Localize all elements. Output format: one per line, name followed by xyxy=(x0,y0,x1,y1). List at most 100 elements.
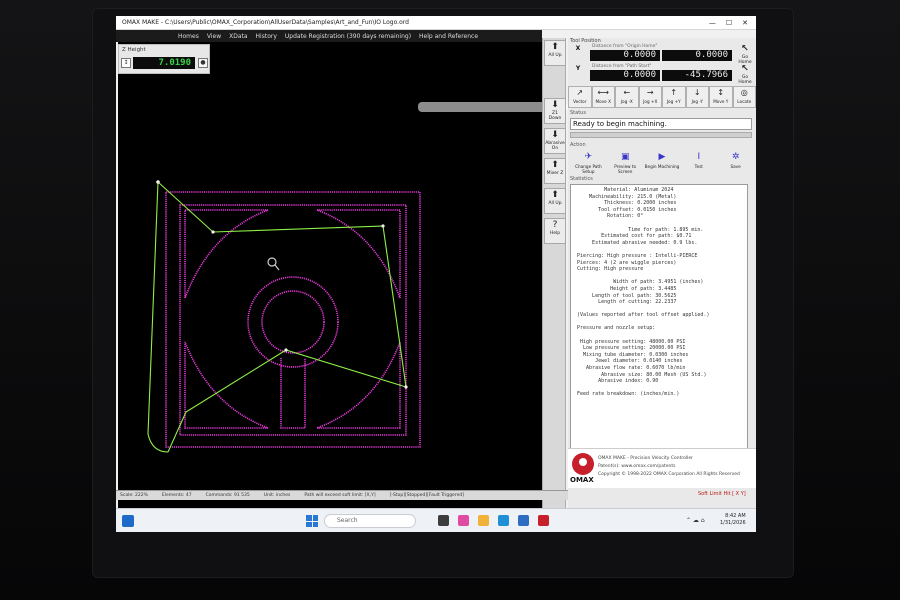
save-icon: ✲ xyxy=(731,152,740,162)
traverse-line xyxy=(157,181,407,453)
y-axis-label: Y xyxy=(575,65,581,72)
all-up-button-2[interactable]: ⬆ All Up xyxy=(544,188,566,214)
menu-xdata[interactable]: XData xyxy=(229,33,247,40)
statistics-line: Abrasive index: 0.90 xyxy=(574,378,659,385)
statistics-line xyxy=(574,273,744,280)
vector-button[interactable]: ↗ Vector xyxy=(568,86,592,108)
progress-bar xyxy=(570,132,752,138)
save-button[interactable]: ✲ Save xyxy=(717,150,754,174)
x-origin-readout: 0.0000 xyxy=(590,50,660,61)
edge-icon[interactable] xyxy=(498,515,509,526)
omax-app-icon[interactable] xyxy=(538,515,549,526)
z1-down-button[interactable]: ⬇ Z1 Down xyxy=(544,98,566,124)
statistics-line xyxy=(574,319,744,326)
statistics-line: Jewel diameter: 0.0140 inches xyxy=(574,358,683,365)
taskbar-search[interactable]: Search xyxy=(324,514,416,528)
product-info: OMAX MAKE - Precision Velocity Controlle… xyxy=(598,455,754,479)
x-go-home-button[interactable]: ↖ Go Home xyxy=(736,44,754,65)
locate-button[interactable]: ◎ Locate xyxy=(732,86,756,108)
corner-bottom-left-path xyxy=(184,341,269,429)
home-arrow-icon: ↖ xyxy=(741,64,749,74)
jog-minus-x-button[interactable]: ← Jog -X xyxy=(615,86,639,108)
test-button[interactable]: Ι Test xyxy=(680,150,717,174)
y-go-home-button[interactable]: ↖ Go Home xyxy=(736,64,754,85)
file-explorer-icon[interactable] xyxy=(478,515,489,526)
statistics-line: Length of cutting: 22.2337 xyxy=(574,299,677,306)
statistics-line: Estimated cost for path: $0.71 xyxy=(574,233,692,240)
jog-toolbar: ↗ Vector ⟷ Move X ← Jog -X → Jog +X ↑ Jog +Y … xyxy=(568,86,756,108)
application-window: OMAX MAKE - C:\Users\Public\OMAX_Corpora… xyxy=(116,16,756,532)
statistics-line: Height of path: 3.4485 xyxy=(574,285,677,292)
brand-name: OMAX xyxy=(570,476,594,484)
about-panel: OMAX OMAX MAKE - Precision Velocity Cont… xyxy=(568,448,756,488)
statistics-line: Mixing tube diameter: 0.0300 inches xyxy=(574,351,689,358)
minimize-button[interactable]: — xyxy=(709,19,716,27)
pierce-point xyxy=(404,385,408,389)
clock[interactable]: 8:42 AM 1/31/2026 xyxy=(720,513,746,527)
z-height-readout: 7.0190 xyxy=(133,57,195,69)
action-label: Action xyxy=(570,142,586,148)
stop-state: [-Stop][Stopped][Fault Triggered] xyxy=(389,493,464,498)
status-label: Status xyxy=(570,110,586,116)
start-button[interactable] xyxy=(306,515,318,527)
all-up-button[interactable]: ⬆ All Up xyxy=(544,40,566,66)
change-path-setup-button[interactable]: ✈ Change Path Setup xyxy=(570,150,607,174)
menu-history[interactable]: History xyxy=(256,33,277,40)
abrasive-button[interactable]: ⬇ Abrasive On xyxy=(544,128,566,154)
statistics-line xyxy=(574,306,744,313)
arrow-right-icon: → xyxy=(646,88,654,97)
store-icon[interactable] xyxy=(518,515,529,526)
pierce-point xyxy=(211,230,215,234)
z-settings-icon[interactable]: ● xyxy=(198,58,208,68)
unit-readout: Unit: inches xyxy=(263,493,291,498)
z-axis-icon[interactable]: ↕ xyxy=(121,58,131,68)
task-view-icon[interactable] xyxy=(438,515,449,526)
omax-logo-icon xyxy=(572,453,594,475)
mixer-z-button[interactable]: ⬆ Mixer Z xyxy=(544,158,566,184)
system-tray[interactable]: ⌃ ☁ ⌂ xyxy=(686,517,705,524)
window-title: OMAX MAKE - C:\Users\Public\OMAX_Corpora… xyxy=(122,19,409,26)
toolpath-canvas[interactable] xyxy=(118,42,568,508)
x-path-readout: 0.0000 xyxy=(662,50,732,61)
maximize-button[interactable]: ☐ xyxy=(726,19,732,27)
statistics-line: Time for path: 1.895 min. xyxy=(574,226,704,233)
preview-icon: ▣ xyxy=(620,152,630,162)
corner-bottom-right-path xyxy=(316,341,401,429)
control-panel: Tool Position X Distance from "Origin Ho… xyxy=(568,38,756,508)
menu-help[interactable]: Help and Reference xyxy=(419,33,478,40)
jog-plus-y-button[interactable]: ↑ Jog +Y xyxy=(662,86,686,108)
pierce-point xyxy=(381,224,385,228)
preview-to-screen-button[interactable]: ▣ Preview to Screen xyxy=(607,150,644,174)
begin-machining-button[interactable]: ▶ Begin Machining xyxy=(644,150,681,174)
statistics-line: (Values reported after tool offset appli… xyxy=(574,312,710,319)
soft-limit-warning: Soft Limit Hit [ X Y] xyxy=(698,491,746,497)
statistics-panel[interactable]: Material: Aluminum 2024 Machineability: … xyxy=(570,184,748,466)
menu-view[interactable]: View xyxy=(207,33,221,40)
statistics-line: Width of path: 3.4951 (inches) xyxy=(574,279,704,286)
statistics-line: Piercing: High pressure : Intelli-PIERCE xyxy=(574,252,698,259)
jog-minus-y-button[interactable]: ↓ Jog -Y xyxy=(685,86,709,108)
jog-plus-x-button[interactable]: → Jog +X xyxy=(638,86,662,108)
x-axis-caption: Distance from "Origin Home" xyxy=(592,44,658,49)
widgets-icon[interactable] xyxy=(122,515,134,527)
scale-readout: Scale: 222% xyxy=(120,493,148,498)
test-icon: Ι xyxy=(697,152,701,162)
action-toolbar: ✈ Change Path Setup ▣ Preview to Screen ▶ B… xyxy=(570,150,754,174)
home-arrow-icon: ↖ xyxy=(741,44,749,54)
help-button[interactable]: ? Help xyxy=(544,218,566,244)
statistics-line: Feed rate breakdown: (inches/min.) xyxy=(574,391,680,398)
corner-top-left-path xyxy=(184,209,269,299)
statistics-line xyxy=(574,332,744,339)
statistics-line: Pierces: 4 (2 are wiggle pierces) xyxy=(574,259,677,266)
traverse-return-line xyxy=(147,181,169,453)
move-x-button[interactable]: ⟷ Move X xyxy=(591,86,615,108)
move-y-button[interactable]: ↕ Move Y xyxy=(709,86,733,108)
menu-update-registration[interactable]: Update Registration (390 days remaining) xyxy=(285,33,411,40)
path-setup-icon: ✈ xyxy=(584,152,593,162)
copilot-icon[interactable] xyxy=(458,515,469,526)
menu-homes[interactable]: Homes xyxy=(178,33,199,40)
close-button[interactable]: ✕ xyxy=(742,19,748,27)
statistics-label: Statistics xyxy=(570,176,593,182)
z-height-label: Z Height xyxy=(122,47,146,53)
y-path-readout: -45.7966 xyxy=(662,70,732,81)
